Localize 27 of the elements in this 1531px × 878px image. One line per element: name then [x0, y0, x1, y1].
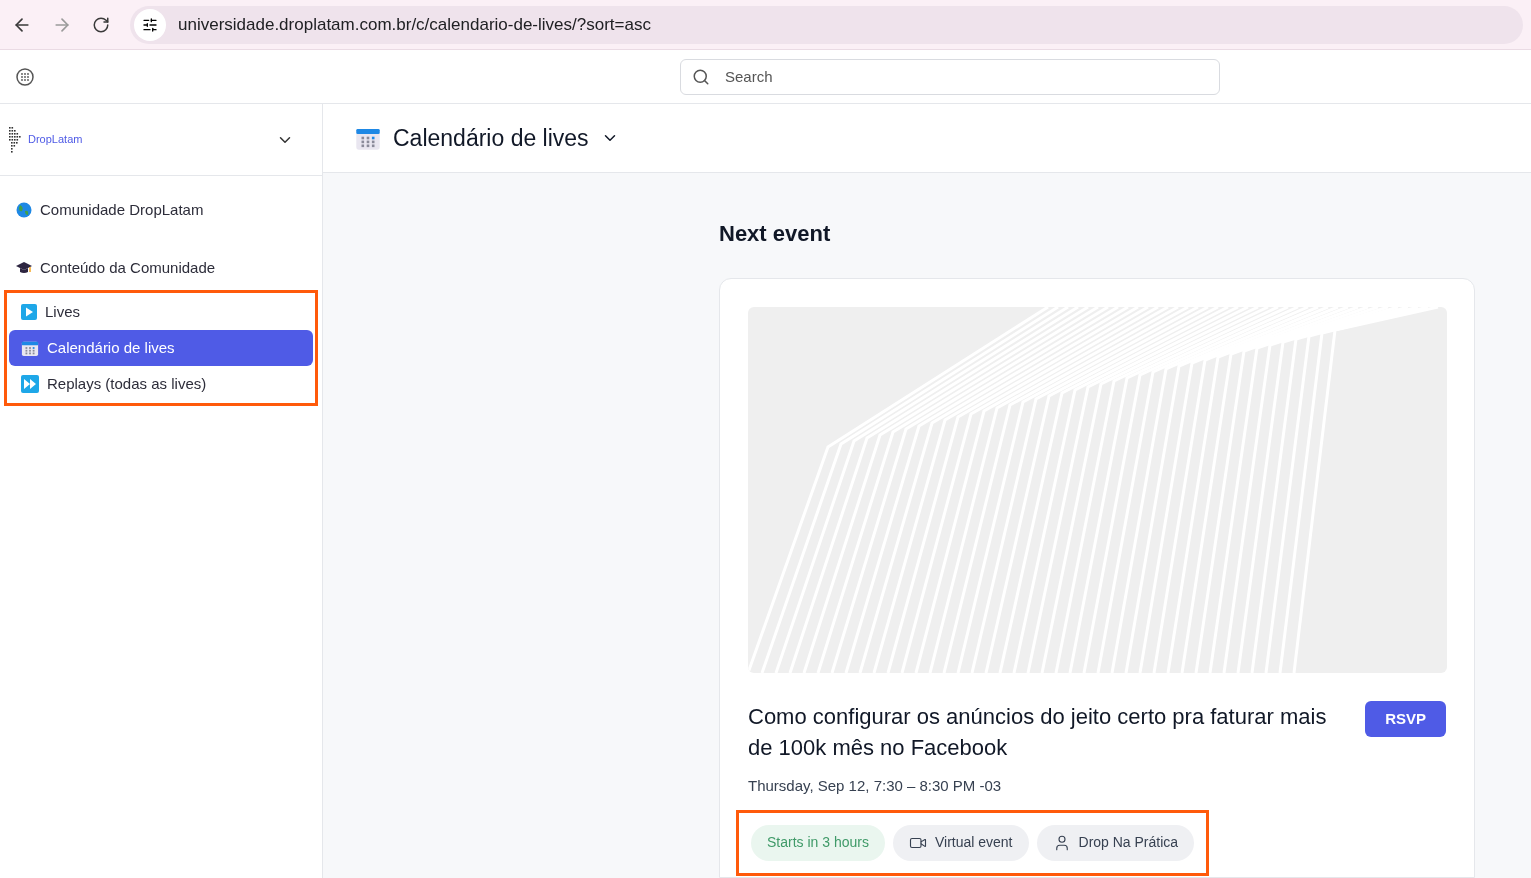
calendar-icon — [21, 339, 39, 357]
reload-icon[interactable] — [92, 15, 110, 34]
address-bar[interactable]: universidade.droplatam.com.br/c/calendario-de-lives/?sort=asc — [130, 5, 1523, 44]
status-tag: Starts in 3 hours — [751, 824, 885, 861]
sidebar-item[interactable]: Calendário de lives — [9, 330, 313, 366]
map-logo-icon — [8, 125, 24, 154]
site-settings-icon[interactable] — [134, 8, 166, 41]
globe-icon — [16, 202, 32, 218]
rsvp-button[interactable]: RSVP — [1365, 701, 1446, 737]
event-tag: Drop Na Prática — [1036, 824, 1195, 861]
graduation-cap-icon — [16, 261, 32, 275]
event-tag: Virtual event — [892, 824, 1029, 861]
search-field[interactable]: Search — [680, 58, 1220, 95]
sidebar-item[interactable]: Lives — [9, 294, 313, 330]
keypad-icon[interactable] — [16, 67, 34, 86]
section-title: Next event — [719, 220, 832, 248]
event-title: Como configurar os anúncios do jeito certo pra faturar mais de 100k mês no Facebook — [748, 703, 1328, 762]
sidebar-item[interactable]: Replays (todas as lives) — [9, 366, 313, 402]
sidebar-item[interactable]: Comunidade DropLatam — [4, 192, 318, 228]
play-icon — [21, 304, 37, 320]
sidebar-item[interactable]: Conteúdo da Comunidade — [4, 250, 318, 286]
url-text: universidade.droplatam.com.br/c/calendario-de-lives/?sort=asc — [178, 13, 651, 36]
brand-name[interactable]: DropLatam — [28, 131, 83, 148]
event-date: Thursday, Sep 12, 7:30 – 8:30 PM -03 — [748, 776, 1003, 796]
page-title: Calendário de lives — [393, 123, 589, 153]
search-icon — [692, 67, 710, 86]
fast-forward-icon — [21, 375, 39, 393]
